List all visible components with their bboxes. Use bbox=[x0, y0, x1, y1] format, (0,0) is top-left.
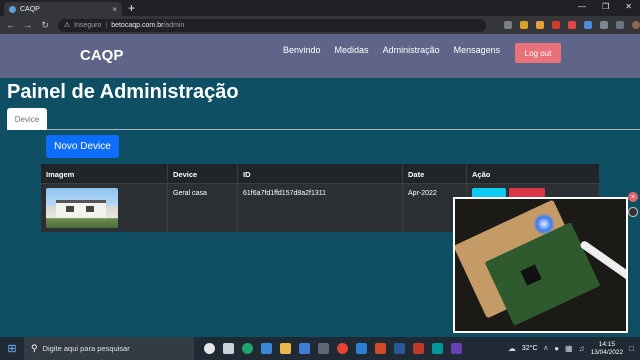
taskbar-search[interactable]: ⚲ Digite aqui para pesquisar bbox=[24, 337, 194, 360]
clock-time: 14:15 bbox=[598, 340, 616, 348]
clock-date: 13/04/2022 bbox=[590, 348, 624, 356]
weather-icon[interactable]: ☁ bbox=[508, 344, 516, 353]
nav-link-benvindo[interactable]: Benvindo bbox=[283, 45, 321, 55]
task-view-icon[interactable] bbox=[223, 343, 234, 354]
browser-tab-bar: CAQP × + — ❐ ✕ bbox=[0, 0, 640, 16]
tab-device[interactable]: Device bbox=[7, 108, 47, 130]
reload-icon[interactable]: ↻ bbox=[41, 20, 50, 31]
start-icon[interactable]: ⊞ bbox=[0, 337, 24, 360]
system-tray: ☁ 32°C ˄ ● ▦ ♫ 14:15 13/04/2022 □ bbox=[508, 337, 634, 360]
app-icon[interactable] bbox=[413, 343, 424, 354]
column-header-device: Device bbox=[168, 164, 238, 183]
taskbar-apps bbox=[204, 343, 462, 354]
window-controls: — ❐ ✕ bbox=[578, 2, 632, 11]
extension-icon[interactable] bbox=[535, 21, 544, 29]
nav-link-mensagens[interactable]: Mensagens bbox=[454, 45, 501, 55]
chrome-icon[interactable] bbox=[337, 343, 348, 354]
url-host: betocaqp.com.br bbox=[111, 21, 164, 29]
site-brand[interactable]: CAQP bbox=[80, 47, 123, 64]
volume-icon[interactable]: ♫ bbox=[579, 344, 585, 353]
device-thumbnail bbox=[46, 188, 118, 228]
extension-icon[interactable] bbox=[551, 21, 560, 29]
column-header-id: ID bbox=[238, 164, 403, 183]
edge-icon[interactable] bbox=[242, 343, 253, 354]
extensions-area bbox=[503, 21, 640, 29]
vscode-icon[interactable] bbox=[356, 343, 367, 354]
network-icon[interactable]: ▦ bbox=[565, 344, 573, 353]
chevron-up-icon[interactable]: ˄ bbox=[544, 344, 549, 353]
taskbar: ⊞ ⚲ Digite aqui para pesquisar ☁ 32°C ˄ … bbox=[0, 337, 640, 360]
tab-title: CAQP bbox=[20, 5, 40, 13]
clock[interactable]: 14:15 13/04/2022 bbox=[591, 341, 624, 357]
notification-icon[interactable]: □ bbox=[629, 344, 634, 353]
app-icon[interactable] bbox=[451, 343, 462, 354]
nav-link-administracao[interactable]: Administração bbox=[383, 45, 440, 55]
search-placeholder: Digite aqui para pesquisar bbox=[42, 344, 130, 353]
new-tab-button[interactable]: + bbox=[128, 1, 135, 15]
powerpoint-icon[interactable] bbox=[375, 343, 386, 354]
microphone-icon[interactable]: ● bbox=[554, 344, 559, 353]
share-icon[interactable] bbox=[503, 21, 512, 29]
device-id-cell: 61f6a7fd1ffd157d8a2f1311 bbox=[238, 184, 403, 232]
column-header-acao: Ação bbox=[472, 170, 491, 179]
store-icon[interactable] bbox=[299, 343, 310, 354]
bookmark-star-icon[interactable] bbox=[519, 21, 528, 29]
profile-avatar[interactable] bbox=[631, 21, 640, 29]
url-path: /admin bbox=[163, 21, 185, 29]
webcam-record-icon[interactable] bbox=[628, 207, 638, 217]
extension-icon[interactable] bbox=[583, 21, 592, 29]
app-icon[interactable] bbox=[318, 343, 329, 354]
arduino-icon[interactable] bbox=[432, 343, 443, 354]
cortana-icon[interactable] bbox=[204, 343, 215, 354]
tab-strip: Device bbox=[7, 108, 640, 130]
logout-button[interactable]: Log out bbox=[515, 43, 561, 63]
nav-link-medidas[interactable]: Medidas bbox=[335, 45, 369, 55]
restore-icon[interactable]: ❐ bbox=[602, 2, 609, 11]
sidebar-icon[interactable] bbox=[615, 21, 624, 29]
favicon-icon bbox=[9, 5, 16, 13]
nav-links: Benvindo Medidas Administração Mensagens bbox=[283, 45, 514, 55]
browser-tab[interactable]: CAQP × bbox=[4, 2, 122, 16]
browser-toolbar: ← → ↻ ⚠ Inseguro | betocaqp.com.br/admin bbox=[0, 16, 640, 34]
word-icon[interactable] bbox=[394, 343, 405, 354]
app-icon[interactable] bbox=[261, 343, 272, 354]
close-window-icon[interactable]: ✕ bbox=[625, 2, 632, 11]
page-title: Painel de Administração bbox=[7, 81, 239, 103]
warning-icon[interactable]: ⚠ bbox=[64, 21, 70, 29]
image-cell bbox=[41, 184, 168, 232]
minimize-icon[interactable]: — bbox=[578, 2, 586, 11]
temperature[interactable]: 32°C bbox=[522, 345, 538, 352]
webcam-close-icon[interactable]: × bbox=[628, 192, 638, 202]
column-header-imagem: Imagem bbox=[41, 164, 168, 183]
puzzle-icon[interactable] bbox=[599, 21, 608, 29]
address-bar[interactable]: ⚠ Inseguro | betocaqp.com.br/admin bbox=[57, 18, 486, 32]
site-navbar: CAQP Benvindo Medidas Administração Mens… bbox=[0, 34, 640, 78]
column-header-date: Date bbox=[403, 164, 467, 183]
back-arrow-icon[interactable]: ← bbox=[6, 20, 15, 30]
device-name-cell: Geral casa bbox=[168, 184, 238, 232]
url-text: betocaqp.com.br/admin bbox=[111, 22, 184, 29]
security-label: Inseguro bbox=[74, 21, 102, 29]
new-device-button[interactable]: Novo Device bbox=[46, 135, 119, 158]
close-tab-icon[interactable]: × bbox=[112, 5, 117, 14]
forward-arrow-icon[interactable]: → bbox=[23, 20, 32, 30]
table-header: Imagem Device ID Date Ação bbox=[41, 164, 599, 184]
webcam-overlay bbox=[453, 197, 628, 333]
folder-icon[interactable] bbox=[280, 343, 291, 354]
search-icon: ⚲ bbox=[31, 343, 38, 353]
extension-icon[interactable] bbox=[567, 21, 576, 29]
